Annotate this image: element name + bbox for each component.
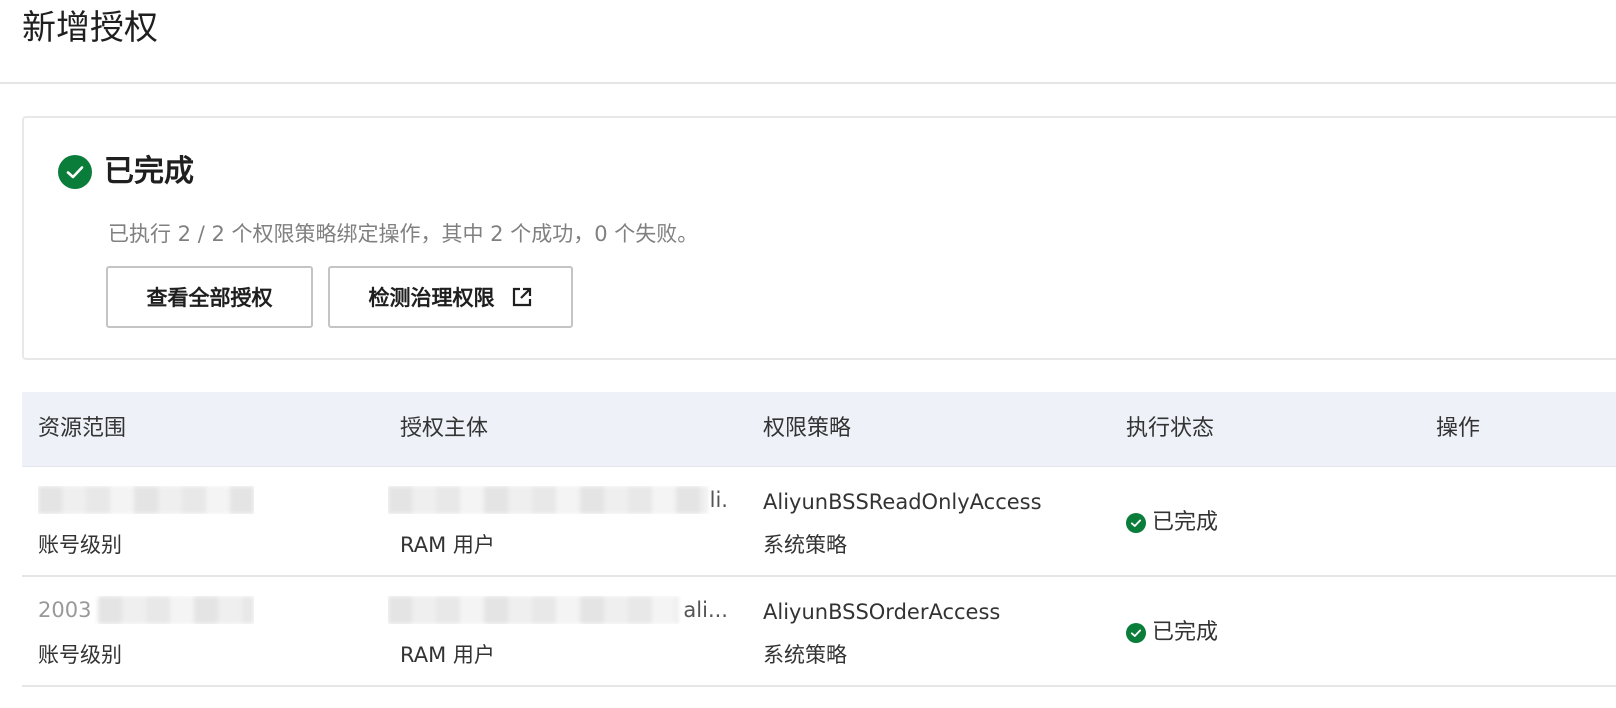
policy-type: 系统策略 <box>763 533 847 557</box>
table-row: 2003 账号级别 ali... RAM 用户 AliyunBSSOrderAc… <box>22 577 1616 687</box>
execution-status: 已完成 <box>1126 509 1218 537</box>
view-all-authorizations-label: 查看全部授权 <box>146 286 273 310</box>
check-circle-icon <box>1126 513 1146 533</box>
partial-account-id: 2003 <box>38 598 92 622</box>
redacted-principal: li. <box>388 486 728 514</box>
authorization-table: 资源范围 授权主体 权限策略 执行状态 操作 账号级别 li. RAM 用户 A… <box>22 392 1616 687</box>
policy-name: AliyunBSSOrderAccess <box>763 600 1001 624</box>
table-row: 账号级别 li. RAM 用户 AliyunBSSReadOnlyAccess … <box>22 467 1616 577</box>
result-card: 已完成 已执行 2 / 2 个权限策略绑定操作，其中 2 个成功，0 个失败。 … <box>22 116 1616 360</box>
page-title: 新增授权 <box>22 8 158 48</box>
principal-type: RAM 用户 <box>400 643 495 667</box>
principal-tail: ali... <box>683 598 728 622</box>
policy-type: 系统策略 <box>763 643 847 667</box>
redacted-account-id <box>38 486 254 514</box>
page: 新增授权 已完成 已执行 2 / 2 个权限策略绑定操作，其中 2 个成功，0 … <box>0 0 1616 708</box>
result-title: 已完成 <box>104 154 194 189</box>
check-circle-icon <box>1126 623 1146 643</box>
principal-tail: li. <box>709 488 728 512</box>
status-label: 已完成 <box>1152 510 1219 535</box>
detect-governance-permissions-button[interactable]: 检测治理权限 <box>328 266 573 328</box>
view-all-authorizations-button[interactable]: 查看全部授权 <box>106 266 313 328</box>
execution-status: 已完成 <box>1126 619 1218 647</box>
result-description: 已执行 2 / 2 个权限策略绑定操作，其中 2 个成功，0 个失败。 <box>108 222 699 246</box>
status-label: 已完成 <box>1152 620 1219 645</box>
column-header-actions: 操作 <box>1436 416 1481 441</box>
external-link-icon <box>512 287 531 307</box>
policy-name: AliyunBSSReadOnlyAccess <box>763 490 1042 514</box>
redacted-account-id: 2003 <box>38 596 254 624</box>
column-header-resource-scope: 资源范围 <box>38 416 127 441</box>
principal-type: RAM 用户 <box>400 533 495 557</box>
column-header-status: 执行状态 <box>1126 416 1215 441</box>
detect-governance-permissions-label: 检测治理权限 <box>368 286 495 310</box>
column-header-policy: 权限策略 <box>763 416 852 441</box>
page-header: 新增授权 <box>0 0 1616 84</box>
resource-scope: 账号级别 <box>38 533 122 557</box>
table-header: 资源范围 授权主体 权限策略 执行状态 操作 <box>22 392 1616 467</box>
redacted-principal: ali... <box>388 596 728 624</box>
result-header: 已完成 <box>58 154 194 190</box>
check-circle-icon <box>58 155 92 189</box>
column-header-principal: 授权主体 <box>400 416 489 441</box>
resource-scope: 账号级别 <box>38 643 122 667</box>
